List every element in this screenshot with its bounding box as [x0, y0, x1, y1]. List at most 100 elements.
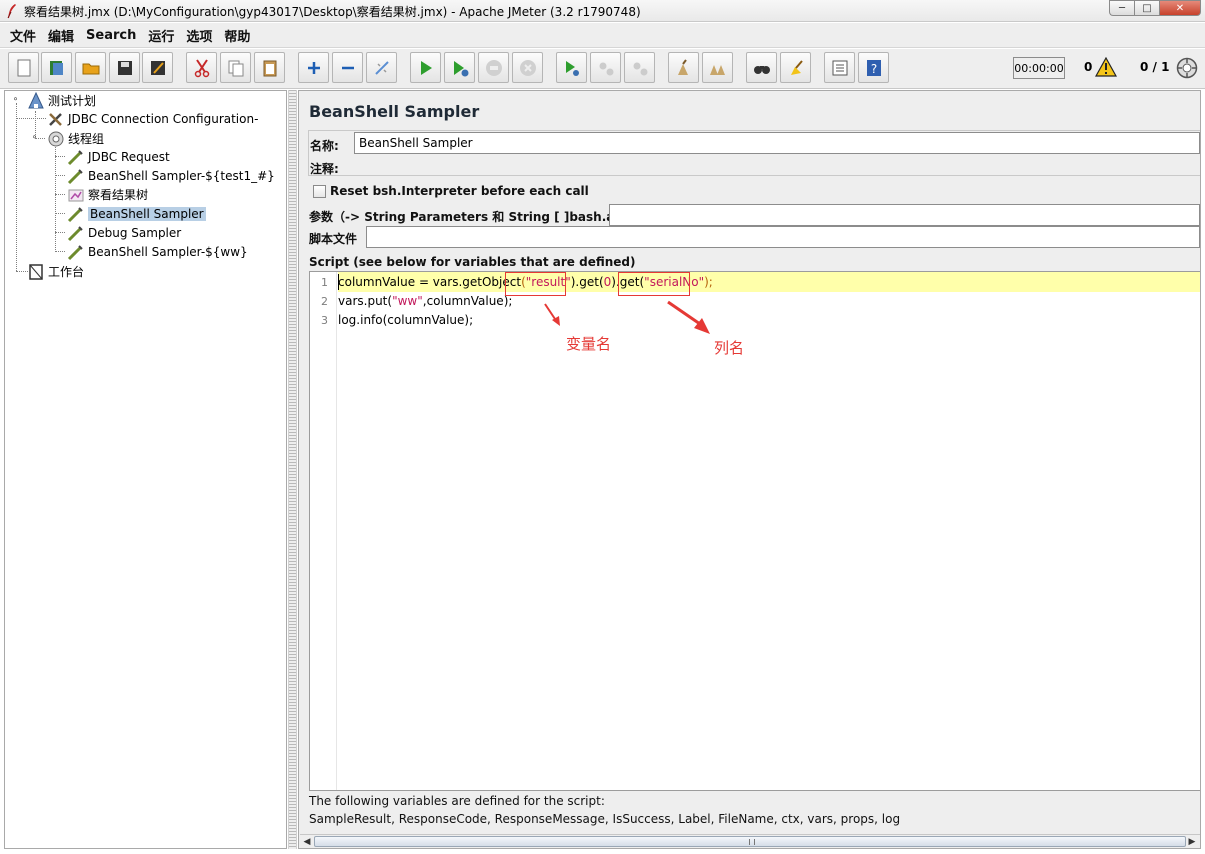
remote-status-icon [1176, 57, 1198, 79]
tree-guide-line [55, 194, 65, 195]
line-number: 1 [321, 276, 328, 289]
script-editor[interactable]: 1 2 3 columnValue = vars.getObject("resu… [309, 271, 1200, 791]
script-file-field[interactable] [366, 226, 1200, 248]
tree-item-workbench[interactable]: 工作台 [27, 262, 84, 281]
annotation-column-name: 列名 [714, 339, 745, 357]
stop-button[interactable] [478, 52, 509, 83]
code-token: ).get( [570, 275, 604, 289]
tree-item-beanshell-sampler[interactable]: BeanShell Sampler [67, 204, 206, 223]
annotation-arrow-icon [667, 300, 710, 334]
listener-icon [68, 189, 84, 201]
line-number: 2 [321, 295, 328, 308]
copy-button[interactable] [220, 52, 251, 83]
clear-all-button[interactable] [702, 52, 733, 83]
tree-item-label: JDBC Connection Configuration- [68, 111, 259, 126]
tree-item-debug-sampler[interactable]: Debug Sampler [67, 223, 181, 242]
menu-file[interactable]: 文件 [4, 26, 42, 45]
parameters-label: 参数（-> String Parameters 和 String [ ]bash… [309, 210, 649, 224]
tree-item-beanshell-sampler-ww[interactable]: BeanShell Sampler-${ww} [67, 242, 248, 261]
remote-shutdown-button[interactable] [624, 52, 655, 83]
maximize-button[interactable]: □ [1134, 0, 1159, 16]
tree-guide-line [55, 251, 65, 252]
remote-stop-icon [599, 62, 613, 75]
minus-icon [341, 66, 354, 69]
menu-options[interactable]: 选项 [180, 26, 218, 45]
name-comment-box: 名称: BeanShell Sampler 注释: [308, 130, 1200, 176]
collapse-all-button[interactable] [332, 52, 363, 83]
save-button[interactable] [109, 52, 140, 83]
reset-search-button[interactable] [780, 52, 811, 83]
tree-item-jdbc-connection-config[interactable]: JDBC Connection Configuration- [47, 109, 258, 128]
tree-item-label: 察看结果树 [88, 188, 149, 202]
tree-item-test-plan[interactable]: 测试计划 [27, 91, 96, 110]
remote-stop-button[interactable] [590, 52, 621, 83]
menu-help[interactable]: 帮助 [218, 26, 256, 45]
menu-search[interactable]: Search [80, 28, 142, 43]
tree-item-beanshell-sampler-test1[interactable]: BeanShell Sampler-${test1_#} [67, 166, 275, 185]
sampler-icon [67, 149, 83, 165]
scroll-right-icon[interactable]: ▶ [1186, 836, 1198, 848]
code-line-2: vars.put("ww",columnValue); [338, 294, 512, 308]
menu-bar: 文件 编辑 Search 运行 选项 帮助 [0, 23, 1205, 48]
split-pane-divider[interactable] [288, 90, 297, 849]
menu-edit[interactable]: 编辑 [42, 26, 80, 45]
help-button[interactable]: ? [858, 52, 889, 83]
tree-expander-test-plan[interactable]: ⚬ [11, 96, 20, 105]
remote-start-button[interactable] [556, 52, 587, 83]
line-number-gutter: 1 2 3 [310, 272, 337, 790]
copy-icon [228, 60, 243, 76]
code-string: "ww" [392, 294, 423, 308]
config-element-icon [49, 112, 62, 126]
script-variables-intro: The following variables are defined for … [309, 794, 605, 808]
tree-guide-line [16, 103, 17, 271]
toolbar: ? 00:00:00 [0, 49, 1205, 89]
thread-group-icon [48, 131, 64, 146]
tree-item-label: JDBC Request [88, 149, 170, 164]
comment-field[interactable] [354, 156, 1200, 178]
reset-interpreter-checkbox[interactable] [313, 185, 326, 198]
parameters-field[interactable] [609, 204, 1200, 226]
start-no-pause-button[interactable] [444, 52, 475, 83]
scroll-left-icon[interactable]: ◀ [301, 836, 313, 848]
save-disk-icon [117, 60, 132, 75]
sampler-icon [67, 206, 83, 222]
binoculars-icon [753, 65, 770, 74]
save-as-icon [150, 60, 165, 75]
clear-button[interactable] [668, 52, 699, 83]
tree-item-label: 工作台 [48, 265, 85, 279]
toggle-button[interactable] [366, 52, 397, 83]
script-variables-list: SampleResult, ResponseCode, ResponseMess… [309, 812, 901, 826]
function-helper-button[interactable] [824, 52, 855, 83]
minimize-button[interactable]: ─ [1109, 0, 1134, 16]
save-as-button[interactable] [142, 52, 173, 83]
templates-button[interactable] [41, 52, 72, 83]
tree-item-thread-group[interactable]: 线程组 [47, 129, 104, 148]
title-bar: 察看结果树.jmx (D:\MyConfiguration\gyp43017\D… [0, 0, 1205, 22]
warning-icon[interactable] [1095, 57, 1117, 77]
tree-item-label: BeanShell Sampler-${test1_#} [88, 168, 275, 183]
new-button[interactable] [8, 52, 39, 83]
close-button[interactable]: ✕ [1159, 0, 1201, 16]
start-button[interactable] [410, 52, 441, 83]
expand-all-button[interactable] [298, 52, 329, 83]
horizontal-scrollbar[interactable]: ◀ ▶ [300, 834, 1200, 848]
sampler-icon [67, 168, 83, 184]
tree-expander-thread-group[interactable]: ⚬ [30, 134, 39, 143]
paste-button[interactable] [254, 52, 285, 83]
tree-item-view-results-tree[interactable]: 察看结果树 [67, 185, 148, 204]
workbench-icon [29, 263, 43, 280]
sampler-config-panel: BeanShell Sampler 名称: BeanShell Sampler … [298, 90, 1201, 849]
help-question-icon: ? [866, 59, 881, 76]
scrollbar-thumb[interactable] [314, 836, 1186, 847]
search-button[interactable] [746, 52, 777, 83]
tree-item-label: 线程组 [68, 132, 105, 146]
tree-guide-line [55, 232, 65, 233]
open-button[interactable] [75, 52, 106, 83]
cut-button[interactable] [186, 52, 217, 83]
templates-icon [49, 60, 63, 75]
shutdown-button[interactable] [512, 52, 543, 83]
menu-run[interactable]: 运行 [142, 26, 180, 45]
tree-item-jdbc-request[interactable]: JDBC Request [67, 147, 170, 166]
reset-interpreter-label: Reset bsh.Interpreter before each call [330, 184, 589, 198]
name-field[interactable]: BeanShell Sampler [354, 132, 1200, 154]
